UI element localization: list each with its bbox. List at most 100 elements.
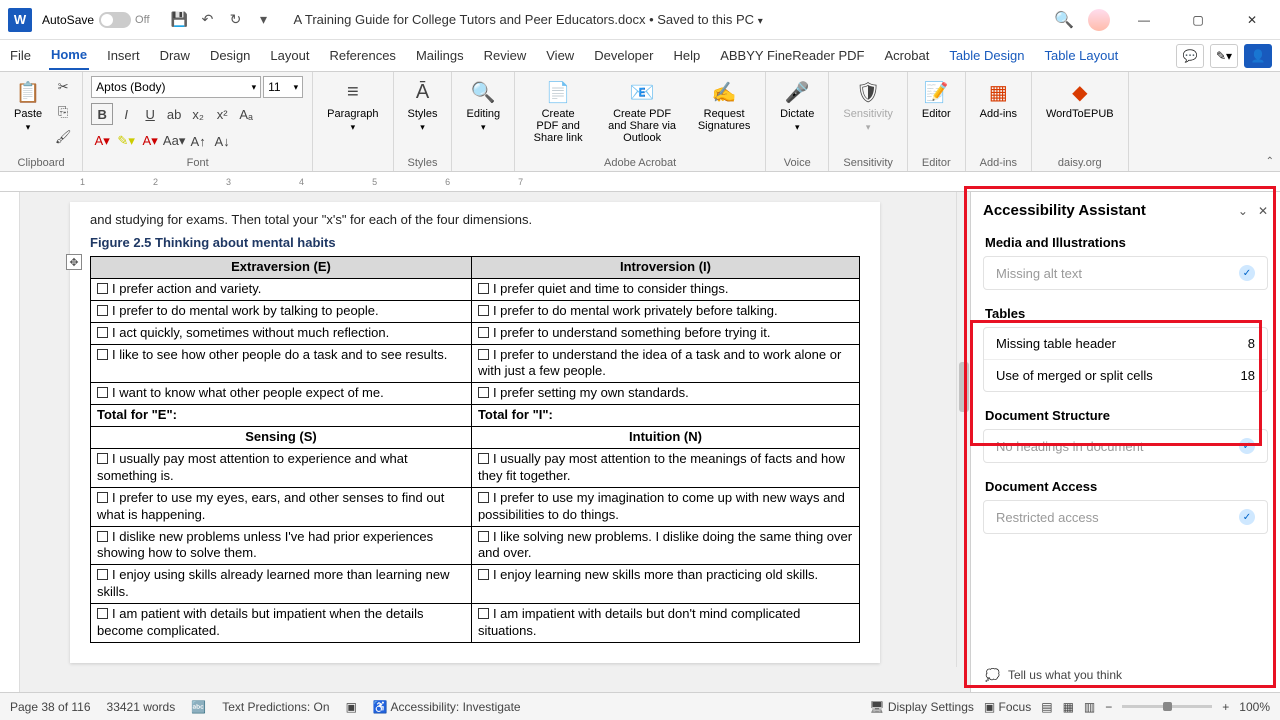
document-title[interactable]: A Training Guide for College Tutors and …	[294, 12, 763, 27]
tab-references[interactable]: References	[327, 42, 397, 69]
checkbox-icon[interactable]	[97, 492, 108, 503]
checkbox-icon[interactable]	[478, 305, 489, 316]
bold-button[interactable]: B	[91, 103, 113, 125]
view-web-icon[interactable]: ▥	[1084, 700, 1095, 714]
tab-file[interactable]: File	[8, 42, 33, 69]
status-lang-icon[interactable]: 🔤	[191, 700, 206, 714]
issue-missing-alt-text[interactable]: Missing alt text✓	[984, 257, 1267, 289]
italic-button[interactable]: I	[115, 103, 137, 125]
focus-mode[interactable]: ▣ Focus	[984, 700, 1031, 714]
create-pdf-outlook-button[interactable]: 📧Create PDF and Share via Outlook	[597, 76, 687, 146]
checkbox-icon[interactable]	[478, 569, 489, 580]
autosave-toggle[interactable]: AutoSave Off	[42, 12, 150, 28]
create-pdf-share-button[interactable]: 📄Create PDF and Share link	[523, 76, 593, 146]
editor-button[interactable]: 📝Editor	[916, 76, 957, 122]
tab-developer[interactable]: Developer	[592, 42, 655, 69]
table-cell[interactable]: I like to see how other people do a task…	[91, 344, 472, 383]
tab-help[interactable]: Help	[671, 42, 702, 69]
toggle-switch[interactable]	[99, 12, 131, 28]
grow-font-button[interactable]: A↑	[187, 130, 209, 152]
issue-restricted-access[interactable]: Restricted access✓	[984, 501, 1267, 533]
document-pane[interactable]: and studying for exams. Then total your …	[0, 192, 970, 692]
tab-table-layout[interactable]: Table Layout	[1042, 42, 1120, 69]
vertical-ruler[interactable]	[0, 192, 20, 692]
checkbox-icon[interactable]	[97, 531, 108, 542]
checkbox-icon[interactable]	[97, 387, 108, 398]
status-words[interactable]: 33421 words	[107, 700, 176, 714]
font-color-button[interactable]: A▾	[91, 130, 113, 152]
panel-close-icon[interactable]: ✕	[1258, 204, 1268, 218]
collapse-ribbon-icon[interactable]: ⌃	[1266, 156, 1274, 167]
checkbox-icon[interactable]	[97, 349, 108, 360]
status-predictions[interactable]: Text Predictions: On	[222, 700, 329, 714]
restore-button[interactable]: ▢	[1178, 5, 1218, 35]
checkbox-icon[interactable]	[478, 327, 489, 338]
underline-button[interactable]: U	[139, 103, 161, 125]
tell-us-link[interactable]: 💭Tell us what you think	[971, 658, 1280, 692]
wordtoepub-button[interactable]: ◆WordToEPUB	[1040, 76, 1120, 122]
cut-icon[interactable]: ✂	[52, 76, 74, 98]
issue-no-headings[interactable]: No headings in document✓	[984, 430, 1267, 462]
qa-dropdown-icon[interactable]: ▾	[254, 10, 274, 30]
vertical-scrollbar[interactable]	[956, 192, 970, 667]
checkbox-icon[interactable]	[97, 283, 108, 294]
display-settings[interactable]: 🖥 Display Settings	[869, 700, 974, 714]
table-cell[interactable]: I prefer to use my eyes, ears, and other…	[91, 487, 472, 526]
search-icon[interactable]: 🔍	[1054, 10, 1074, 30]
issue-merged-cells[interactable]: Use of merged or split cells18	[984, 360, 1267, 391]
styles-button[interactable]: ĀStyles▾	[402, 76, 444, 135]
close-button[interactable]: ✕	[1232, 5, 1272, 35]
comments-button[interactable]: 💬	[1176, 44, 1204, 68]
status-macro-icon[interactable]: ▣	[346, 700, 357, 714]
table-cell[interactable]: I prefer to understand the idea of a tas…	[471, 344, 859, 383]
total-e-cell[interactable]: Total for "E":	[91, 405, 472, 427]
zoom-out-icon[interactable]: −	[1105, 700, 1112, 714]
undo-icon[interactable]: ↶	[198, 10, 218, 30]
table-cell[interactable]: I want to know what other people expect …	[91, 383, 472, 405]
table-cell[interactable]: I prefer to do mental work by talking to…	[91, 300, 472, 322]
tab-layout[interactable]: Layout	[268, 42, 311, 69]
clear-format-button[interactable]: Aₐ	[235, 103, 257, 125]
table-cell[interactable]: I prefer to use my imagination to come u…	[471, 487, 859, 526]
share-button[interactable]: 👤	[1244, 44, 1272, 68]
table-cell[interactable]: I like solving new problems. I dislike d…	[471, 526, 859, 565]
minimize-button[interactable]: —	[1124, 5, 1164, 35]
panel-dropdown-icon[interactable]: ⌄	[1238, 204, 1248, 218]
table-cell[interactable]: I dislike new problems unless I've had p…	[91, 526, 472, 565]
table-cell[interactable]: I enjoy learning new skills more than pr…	[471, 565, 859, 604]
checkbox-icon[interactable]	[97, 569, 108, 580]
editing-mode-button[interactable]: ✎▾	[1210, 44, 1238, 68]
checkbox-icon[interactable]	[478, 349, 489, 360]
font-color2-button[interactable]: A▾	[139, 130, 161, 152]
checkbox-icon[interactable]	[478, 531, 489, 542]
checkbox-icon[interactable]	[97, 453, 108, 464]
table-cell[interactable]: I enjoy using skills already learned mor…	[91, 565, 472, 604]
strike-button[interactable]: ab	[163, 103, 185, 125]
tab-draw[interactable]: Draw	[158, 42, 192, 69]
table-cell[interactable]: I usually pay most attention to experien…	[91, 449, 472, 488]
table-cell[interactable]: I prefer quiet and time to consider thin…	[471, 278, 859, 300]
dictate-button[interactable]: 🎤Dictate▾	[774, 76, 820, 135]
zoom-level[interactable]: 100%	[1239, 700, 1270, 714]
table-move-handle[interactable]: ✥	[66, 254, 82, 270]
addins-button[interactable]: ▦Add-ins	[974, 76, 1023, 122]
redo-icon[interactable]: ↻	[226, 10, 246, 30]
table-cell[interactable]: I am impatient with details but don't mi…	[471, 604, 859, 643]
scrollbar-thumb[interactable]	[959, 362, 969, 412]
save-icon[interactable]: 💾	[170, 10, 190, 30]
checkbox-icon[interactable]	[97, 327, 108, 338]
subscript-button[interactable]: x₂	[187, 103, 209, 125]
change-case-button[interactable]: Aa▾	[163, 130, 185, 152]
checkbox-icon[interactable]	[478, 453, 489, 464]
total-i-cell[interactable]: Total for "I":	[471, 405, 859, 427]
copy-icon[interactable]: ⎘	[52, 101, 74, 123]
table-cell[interactable]: I act quickly, sometimes without much re…	[91, 322, 472, 344]
font-name-select[interactable]: Aptos (Body)▾	[91, 76, 261, 98]
request-signatures-button[interactable]: ✍Request Signatures	[691, 76, 757, 134]
highlight-button[interactable]: ✎▾	[115, 130, 137, 152]
tab-design[interactable]: Design	[208, 42, 252, 69]
mental-habits-table[interactable]: Extraversion (E)Introversion (I) I prefe…	[90, 256, 860, 643]
table-cell[interactable]: I prefer action and variety.	[91, 278, 472, 300]
checkbox-icon[interactable]	[478, 492, 489, 503]
tab-view[interactable]: View	[544, 42, 576, 69]
